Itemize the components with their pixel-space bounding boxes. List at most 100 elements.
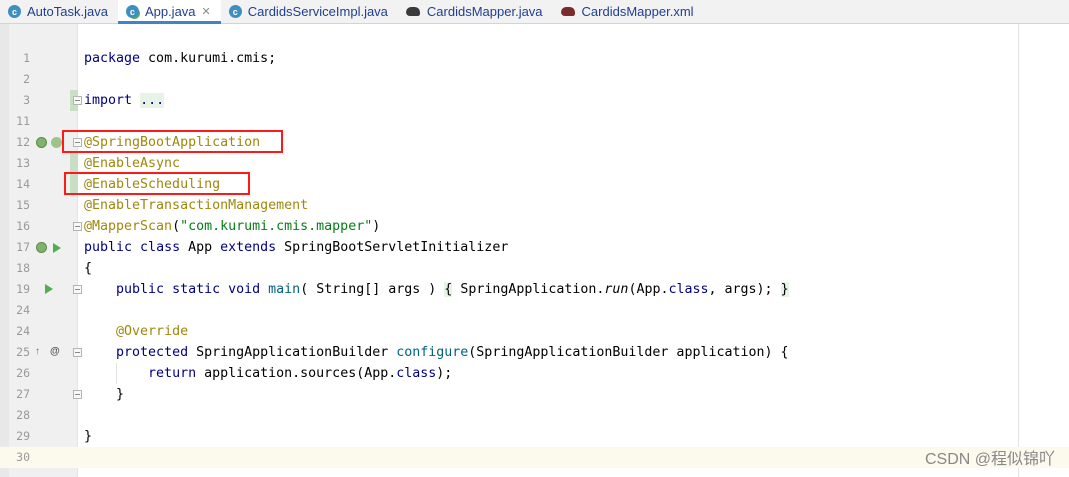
java-app-icon: c bbox=[125, 5, 139, 18]
highlight-box-enablescheduling bbox=[64, 172, 250, 195]
fold-toggle-icon[interactable] bbox=[73, 348, 82, 357]
folded-body-end[interactable]: } bbox=[780, 282, 789, 297]
mapper-xml-icon bbox=[561, 5, 576, 18]
args: (App. bbox=[628, 282, 669, 297]
close-icon[interactable]: ✕ bbox=[202, 5, 211, 18]
indent-guide bbox=[116, 363, 117, 384]
tab-label: CardidsMapper.xml bbox=[581, 4, 694, 19]
spring-boot-icon[interactable] bbox=[51, 137, 62, 148]
method-call: application.sources(App. bbox=[196, 366, 397, 381]
annotation: @Override bbox=[116, 324, 189, 339]
line-number: 29 bbox=[16, 429, 30, 443]
paren: ( bbox=[172, 219, 181, 234]
keyword: class bbox=[132, 240, 181, 255]
keyword: protected bbox=[116, 345, 189, 360]
paren: ) bbox=[372, 219, 381, 234]
editor-tab-bar: c AutoTask.java c App.java ✕ c CardidsSe… bbox=[0, 0, 1069, 24]
class-name: App bbox=[180, 240, 221, 255]
spring-bean-icon[interactable] bbox=[36, 137, 47, 148]
keyword: static bbox=[164, 282, 221, 297]
code-line: 28 bbox=[0, 405, 1069, 426]
code-text: package com.kurumi.cmis; bbox=[84, 48, 276, 69]
line-number: 27 bbox=[16, 387, 30, 401]
method-name: main bbox=[260, 282, 301, 297]
watermark: CSDN @程似锦吖 bbox=[924, 451, 1055, 468]
tab-autotask[interactable]: c AutoTask.java bbox=[0, 0, 118, 23]
line-number: 28 bbox=[16, 408, 30, 422]
code-line: 3 import ... bbox=[0, 90, 1069, 111]
keyword: package bbox=[84, 51, 141, 66]
code-text: } bbox=[84, 429, 93, 444]
keyword: import bbox=[84, 93, 133, 108]
code-text: @EnableAsync bbox=[84, 153, 180, 174]
keyword: extends bbox=[220, 240, 277, 255]
fold-toggle-icon[interactable] bbox=[73, 285, 82, 294]
tab-label: CardidsMapper.java bbox=[426, 4, 543, 19]
code-line: 27 } bbox=[0, 384, 1069, 405]
code-line: 13 @EnableAsync bbox=[0, 153, 1069, 174]
fold-toggle-icon[interactable] bbox=[73, 222, 82, 231]
args: ); bbox=[436, 366, 453, 381]
code-line: 26 return application.sources(App.class)… bbox=[0, 363, 1069, 384]
line-number: 1 bbox=[23, 51, 30, 65]
tab-label: AutoTask.java bbox=[27, 4, 108, 19]
line-number: 2 bbox=[23, 72, 30, 86]
fold-toggle-icon[interactable] bbox=[73, 390, 82, 399]
line-number: 14 bbox=[16, 177, 30, 191]
code-line: 24 bbox=[0, 300, 1069, 321]
code-text: protected SpringApplicationBuilder confi… bbox=[84, 342, 788, 363]
annotation: @MapperScan bbox=[84, 219, 173, 234]
static-method: run bbox=[604, 282, 629, 297]
line-number: 15 bbox=[16, 198, 30, 212]
package-name: com.kurumi.cmis; bbox=[140, 51, 277, 66]
code-line: 24 @Override bbox=[0, 321, 1069, 342]
annotation: @EnableAsync bbox=[84, 156, 181, 171]
annotation-at-icon[interactable]: @ bbox=[50, 346, 60, 358]
run-icon[interactable] bbox=[45, 284, 53, 294]
java-class-icon: c bbox=[228, 5, 242, 18]
superclass-name: SpringBootServletInitializer bbox=[276, 240, 509, 255]
keyword: public bbox=[116, 282, 165, 297]
params: ( String[] args ) bbox=[300, 282, 445, 297]
code-line: 1 package com.kurumi.cmis; bbox=[0, 48, 1069, 69]
spring-bean-icon[interactable] bbox=[36, 242, 47, 253]
tab-cardids-mapper-java[interactable]: CardidsMapper.java bbox=[398, 0, 553, 23]
code-text: return application.sources(App.class); bbox=[84, 363, 452, 384]
code-text: public class App extends SpringBootServl… bbox=[84, 237, 508, 258]
code-line: 19 public static void main( String[] arg… bbox=[0, 279, 1069, 300]
line-number: 12 bbox=[16, 135, 30, 149]
code-line: 18 { bbox=[0, 258, 1069, 279]
keyword: return bbox=[148, 366, 197, 381]
tab-cardids-mapper-xml[interactable]: CardidsMapper.xml bbox=[553, 0, 704, 23]
code-line: 15 @EnableTransactionManagement bbox=[0, 195, 1069, 216]
code-line-current: 30 bbox=[0, 447, 1069, 468]
tab-app[interactable]: c App.java ✕ bbox=[117, 0, 221, 24]
code-line: 2 bbox=[0, 69, 1069, 90]
code-line: 17 public class App extends SpringBootSe… bbox=[0, 237, 1069, 258]
code-text: @Override bbox=[84, 321, 188, 342]
code-text: @MapperScan("com.kurumi.cmis.mapper") bbox=[84, 216, 380, 237]
line-number: 11 bbox=[16, 114, 30, 128]
line-number: 30 bbox=[16, 450, 30, 464]
keyword: public bbox=[84, 240, 133, 255]
keyword: class bbox=[668, 282, 709, 297]
java-class-icon: c bbox=[8, 5, 21, 18]
line-number: 3 bbox=[23, 93, 30, 107]
code-line: 16 @MapperScan("com.kurumi.cmis.mapper") bbox=[0, 216, 1069, 237]
folded-imports[interactable]: ... bbox=[140, 93, 165, 108]
override-icon[interactable]: ↑ bbox=[35, 346, 40, 358]
code-text: } bbox=[84, 387, 125, 402]
code-line: 25 protected SpringApplicationBuilder co… bbox=[0, 342, 1069, 363]
run-icon[interactable] bbox=[53, 243, 61, 253]
line-number: 25 bbox=[16, 345, 30, 359]
code-text: import ... bbox=[84, 90, 165, 111]
keyword: class bbox=[396, 366, 437, 381]
tab-cardids-service-impl[interactable]: c CardidsServiceImpl.java bbox=[221, 0, 398, 23]
fold-toggle-icon[interactable] bbox=[73, 96, 82, 105]
line-number: 17 bbox=[16, 240, 30, 254]
code-text: public static void main( String[] args )… bbox=[84, 279, 789, 300]
return-type: SpringApplicationBuilder bbox=[188, 345, 397, 360]
